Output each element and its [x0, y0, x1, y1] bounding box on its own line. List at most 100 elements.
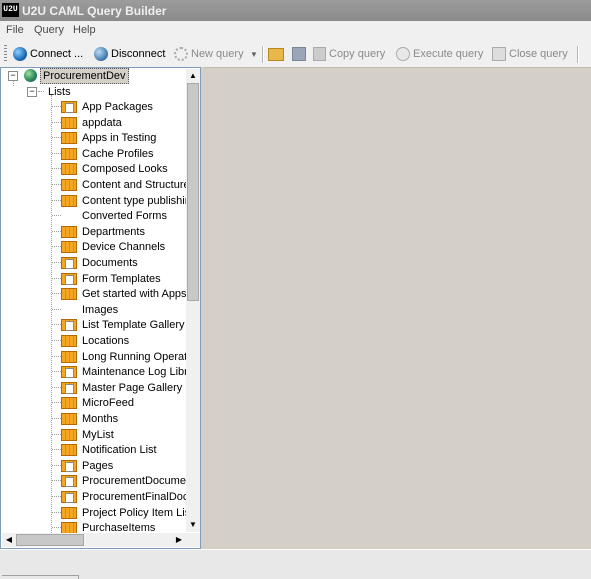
tree-list-item-label: Images: [82, 303, 119, 316]
tree-list-item-label: Project Policy Item List: [82, 506, 194, 519]
disconnect-button[interactable]: Disconnect: [94, 45, 165, 63]
tree-connector: [52, 200, 61, 201]
new-query-button[interactable]: New query: [174, 45, 244, 63]
tree-connector: [52, 278, 61, 279]
tree-connector: [52, 168, 61, 169]
collapse-root-toggle[interactable]: −: [8, 71, 18, 81]
tree-list-item[interactable]: Project Policy Item List: [61, 505, 195, 520]
vertical-scroll-thumb[interactable]: [187, 83, 199, 301]
tree-list-item[interactable]: Form Templates: [61, 271, 163, 286]
tree-list-item[interactable]: Get started with Apps f: [61, 286, 195, 301]
tree-list-item[interactable]: Maintenance Log Libra: [61, 364, 196, 379]
app-logo-icon: U2U: [2, 3, 19, 17]
disconnect-globe-icon: [94, 47, 108, 61]
close-query-button[interactable]: Close query: [492, 45, 568, 63]
save-button[interactable]: [292, 45, 306, 63]
open-button[interactable]: [268, 45, 284, 63]
copy-icon: [313, 47, 326, 61]
tree-list-item[interactable]: Documents: [61, 255, 140, 270]
new-query-icon: [174, 47, 188, 61]
tree-list-item-label: Departments: [82, 225, 145, 238]
menu-bar: File Query Help: [0, 21, 591, 40]
scroll-down-icon[interactable]: ▼: [186, 518, 200, 532]
tree-connector: [51, 95, 52, 533]
disconnect-label: Disconnect: [111, 48, 166, 60]
copy-query-button[interactable]: Copy query: [313, 45, 385, 63]
new-query-label: New query: [191, 48, 244, 60]
tree-connector: [52, 480, 61, 481]
query-workspace: [204, 67, 591, 549]
tree-list-item[interactable]: App Packages: [61, 99, 155, 114]
tree-list-item[interactable]: Content and Structure: [61, 177, 192, 192]
tree-root-node[interactable]: ProcurementDev: [24, 68, 129, 84]
tree-connector: [52, 512, 61, 513]
toolbar-separator: [262, 46, 264, 63]
tree-list-item-label: MyList: [82, 428, 114, 441]
tree-list-item-label: Apps in Testing: [82, 131, 157, 144]
tree-connector: [52, 387, 61, 388]
toolbar: Connect ... Disconnect New query ▼ Copy …: [0, 40, 591, 68]
tree-connector: [52, 231, 61, 232]
list-icon: [61, 162, 77, 175]
tree-lists-node[interactable]: Lists: [46, 84, 73, 99]
tree-list-item[interactable]: Device Channels: [61, 239, 167, 254]
tree-list-item-label: Master Page Gallery: [82, 381, 183, 394]
scroll-right-icon[interactable]: ▶: [172, 533, 186, 547]
tree-list-item[interactable]: MyList: [61, 427, 116, 442]
tree-list-item[interactable]: Long Running Operatio: [61, 349, 198, 364]
collapse-lists-toggle[interactable]: −: [27, 87, 37, 97]
close-query-icon: [492, 47, 506, 61]
tree-horizontal-scrollbar[interactable]: ◀ ▶: [2, 533, 186, 547]
tree-list-item-label: Content type publishing: [82, 194, 197, 207]
tree-list-item[interactable]: Pages: [61, 458, 115, 473]
scrollbar-corner: [186, 533, 200, 547]
tree-connector: [52, 496, 61, 497]
tree-list-item-label: Composed Looks: [82, 162, 168, 175]
toolbar-grip[interactable]: [4, 45, 7, 62]
tree-list-item[interactable]: Content type publishing: [61, 193, 199, 208]
status-pane: [2, 575, 79, 579]
scroll-left-icon[interactable]: ◀: [2, 533, 16, 547]
tree-connector: [52, 215, 61, 216]
tree-list-item[interactable]: Cache Profiles: [61, 146, 156, 161]
tree-connector: [52, 356, 61, 357]
tree-list-item[interactable]: MicroFeed: [61, 395, 136, 410]
tree-list-item[interactable]: Departments: [61, 224, 147, 239]
execute-icon: [396, 47, 410, 61]
connect-button[interactable]: Connect ...: [13, 45, 83, 63]
tree-list-item[interactable]: Images: [61, 302, 120, 317]
execute-query-button[interactable]: Execute query: [396, 45, 483, 63]
close-query-label: Close query: [509, 48, 568, 60]
tree-list-item[interactable]: Locations: [61, 333, 131, 348]
tree-list-item-label: ProcurementFinalDocu: [82, 490, 195, 503]
list-icon: [61, 334, 77, 347]
menu-help[interactable]: Help: [73, 24, 96, 36]
site-globe-icon: [24, 69, 37, 82]
horizontal-scroll-thumb[interactable]: [16, 534, 84, 546]
tree-list-item-label: Form Templates: [82, 272, 161, 285]
tree-connector: [52, 371, 61, 372]
menu-file[interactable]: File: [6, 24, 24, 36]
tree-list-item[interactable]: Notification List: [61, 442, 159, 457]
tree-list-item[interactable]: List Template Gallery: [61, 317, 187, 332]
tree-list-item[interactable]: Converted Forms: [61, 208, 169, 223]
tree-list-item[interactable]: Master Page Gallery: [61, 380, 184, 395]
new-query-dropdown[interactable]: ▼: [250, 45, 258, 63]
tree-list-item-label: App Packages: [82, 100, 153, 113]
tree-vertical-scrollbar[interactable]: ▲ ▼: [186, 69, 200, 532]
list-icon: [61, 131, 77, 144]
list-icon: [61, 225, 77, 238]
site-tree[interactable]: − ProcurementDev − Lists App Packages app…: [0, 67, 201, 549]
tree-list-item-label: Content and Structure: [82, 178, 190, 191]
tree-list-item[interactable]: appdata: [61, 115, 124, 130]
tree-list-item[interactable]: ProcurementFinalDocu: [61, 489, 197, 504]
tree-list-item[interactable]: Apps in Testing: [61, 130, 158, 145]
tree-list-item[interactable]: Composed Looks: [61, 161, 170, 176]
tree-list-item-label: Maintenance Log Libra: [82, 365, 194, 378]
tree-list-item[interactable]: Months: [61, 411, 120, 426]
tree-list-item[interactable]: ProcurementDocumen: [61, 473, 194, 488]
list-doc-icon: [61, 459, 77, 472]
menu-query[interactable]: Query: [34, 24, 64, 36]
scroll-up-icon[interactable]: ▲: [186, 69, 200, 83]
tree-root-label: ProcurementDev: [40, 68, 129, 84]
